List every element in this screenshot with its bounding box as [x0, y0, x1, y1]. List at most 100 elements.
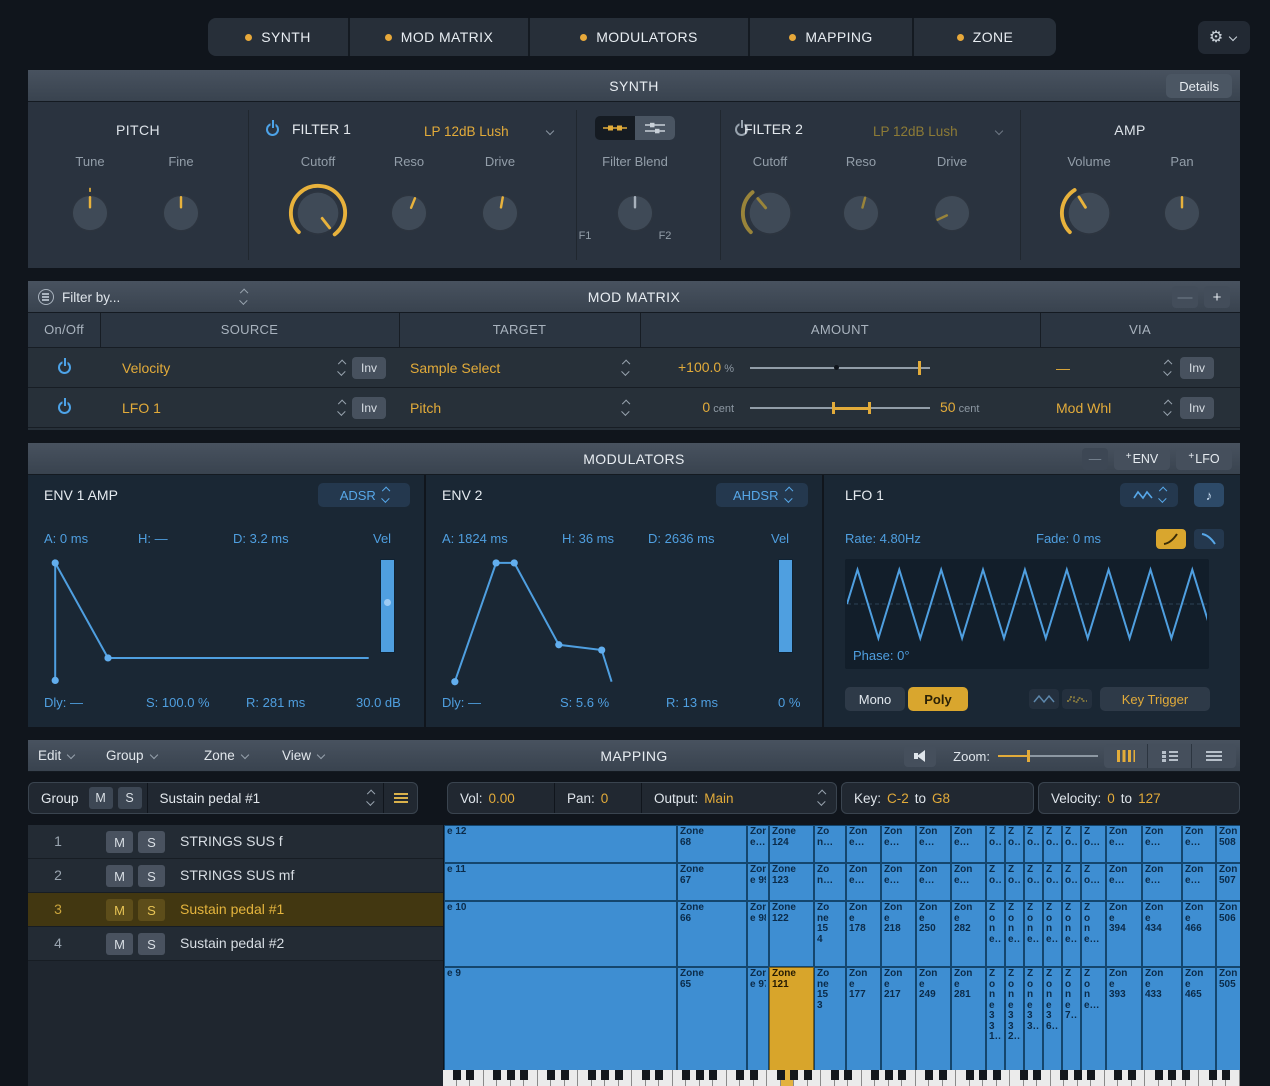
env2-velocity-slider[interactable]: [778, 559, 793, 653]
lfo-shape-stepped-button[interactable]: [1062, 689, 1092, 709]
piano-key-black[interactable]: [1033, 1070, 1041, 1080]
env2-mode-dropdown[interactable]: AHDSR: [716, 483, 808, 507]
tab-synth[interactable]: SYNTH: [208, 18, 348, 56]
zone-cell[interactable]: Zone434: [1142, 901, 1182, 967]
zone-cell[interactable]: Zone68: [677, 825, 747, 863]
tab-mapping[interactable]: MAPPING: [750, 18, 912, 56]
solo-button[interactable]: S: [138, 899, 165, 921]
slider-handle[interactable]: [832, 402, 835, 414]
piano-key-black[interactable]: [466, 1070, 474, 1080]
fine-knob[interactable]: [155, 187, 207, 244]
piano-key-black[interactable]: [561, 1070, 569, 1080]
velocity-handle[interactable]: [384, 599, 391, 606]
zone-cell[interactable]: Zone…: [846, 825, 881, 863]
zone-cell[interactable]: Zo…: [1043, 863, 1062, 901]
env1-release[interactable]: R: 281 ms: [246, 695, 305, 710]
zone-cell[interactable]: Zo…: [1005, 863, 1024, 901]
zone-cell[interactable]: Zon508: [1216, 825, 1240, 863]
tab-modulators[interactable]: MODULATORS: [530, 18, 748, 56]
zone-menu[interactable]: Zone: [204, 748, 251, 763]
row-power-button[interactable]: [58, 361, 71, 374]
zone-cell[interactable]: Zo…: [986, 863, 1005, 901]
zone-cell[interactable]: Zone…: [916, 825, 951, 863]
piano-key-black[interactable]: [1114, 1070, 1122, 1080]
zone-cell[interactable]: Zone466: [1182, 901, 1216, 967]
zone-cell[interactable]: Zo…: [1024, 863, 1043, 901]
zone-cell[interactable]: Zon505: [1216, 967, 1240, 1070]
zone-cell[interactable]: Zo…: [1024, 825, 1043, 863]
zone-cell[interactable]: Zone…: [1081, 967, 1106, 1070]
mute-button[interactable]: M: [106, 899, 133, 921]
pan-field[interactable]: Pan:0: [555, 783, 641, 813]
zone-cell[interactable]: Zon506: [1216, 901, 1240, 967]
zone-cell[interactable]: e 10: [444, 901, 677, 967]
lfo-shape-smooth-button[interactable]: [1029, 689, 1059, 709]
zone-cell[interactable]: Zone331…: [986, 967, 1005, 1070]
serial-routing-button[interactable]: [595, 116, 635, 140]
parallel-routing-button[interactable]: [635, 116, 675, 140]
fade-in-button[interactable]: [1156, 529, 1186, 549]
piano-key-black[interactable]: [1209, 1070, 1217, 1080]
row-power-button[interactable]: [58, 401, 71, 414]
zone-cell[interactable]: Zone121: [769, 967, 814, 1070]
zone-cell[interactable]: Zone…: [986, 901, 1005, 967]
zone-cell[interactable]: Zo…: [1081, 825, 1106, 863]
piano-key-black[interactable]: [682, 1070, 690, 1080]
piano-key-black[interactable]: [1168, 1070, 1176, 1080]
env2-hold[interactable]: H: 36 ms: [562, 531, 614, 546]
piano-key-black[interactable]: [831, 1070, 839, 1080]
zone-cell[interactable]: Zo…: [986, 825, 1005, 863]
piano-key-black[interactable]: [993, 1070, 1001, 1080]
zone-cell[interactable]: Zone122: [769, 901, 814, 967]
source-dropdown[interactable]: LFO 1: [122, 397, 344, 419]
zone-cell[interactable]: Zone332…: [1005, 967, 1024, 1070]
env1-vel-amount[interactable]: 30.0 dB: [356, 695, 401, 710]
piano-key-black[interactable]: [507, 1070, 515, 1080]
piano-key-black[interactable]: [642, 1070, 650, 1080]
settings-menu-button[interactable]: ⚙: [1198, 21, 1250, 54]
zone-cell[interactable]: Zone36…: [1043, 967, 1062, 1070]
group-view-button[interactable]: [1148, 744, 1192, 768]
zoom-handle[interactable]: [1027, 750, 1030, 762]
piano-key-black[interactable]: [979, 1070, 987, 1080]
add-env-button[interactable]: +ENV: [1114, 448, 1170, 470]
zone-cell[interactable]: Zone281: [951, 967, 986, 1070]
via-invert-button[interactable]: Inv: [1180, 357, 1214, 379]
zone-cell[interactable]: Zone…: [1106, 825, 1142, 863]
fade-out-button[interactable]: [1194, 529, 1224, 549]
volume-field[interactable]: Vol:0.00: [448, 783, 554, 813]
piano-key-black[interactable]: [493, 1070, 501, 1080]
zone-cell[interactable]: Zone33…: [1024, 967, 1043, 1070]
zone-cell[interactable]: Zone…: [1182, 825, 1216, 863]
zone-cell[interactable]: Zone…: [747, 825, 769, 863]
piano-key-black[interactable]: [966, 1070, 974, 1080]
zone-cell[interactable]: Zone…: [1024, 901, 1043, 967]
piano-key-black[interactable]: [1222, 1070, 1230, 1080]
zone-view-button[interactable]: [1192, 744, 1236, 768]
zone-cell[interactable]: Zone66: [677, 901, 747, 967]
zone-cell[interactable]: Zone124: [769, 825, 814, 863]
env1-attack[interactable]: A: 0 ms: [44, 531, 88, 546]
amount-slider[interactable]: [750, 360, 930, 376]
zone-cell[interactable]: Zone433: [1142, 967, 1182, 1070]
zone-cell[interactable]: Zone178: [846, 901, 881, 967]
group-options-button[interactable]: [383, 783, 417, 813]
zone-cell[interactable]: Zone218: [881, 901, 916, 967]
piano-key-black[interactable]: [844, 1070, 852, 1080]
audition-button[interactable]: [904, 745, 936, 767]
via-dropdown[interactable]: —: [1056, 357, 1170, 379]
piano-key-black[interactable]: [1087, 1070, 1095, 1080]
pan-knob[interactable]: [1156, 187, 1208, 244]
piano-key-black[interactable]: [547, 1070, 555, 1080]
env1-graph[interactable]: [42, 555, 372, 687]
slider-handle[interactable]: [918, 361, 921, 375]
zone-cell[interactable]: Zo…: [1043, 825, 1062, 863]
zone-cell[interactable]: Zo…: [1062, 825, 1081, 863]
piano-key-black[interactable]: [777, 1070, 785, 1080]
velocity-range-field[interactable]: Velocity:0to127: [1039, 783, 1239, 813]
lfo-wave-dropdown[interactable]: [1120, 483, 1178, 507]
poly-button[interactable]: Poly: [908, 687, 968, 711]
zone-cell[interactable]: Zone…: [951, 863, 986, 901]
piano-key-black[interactable]: [1155, 1070, 1163, 1080]
env2-release[interactable]: R: 13 ms: [666, 695, 718, 710]
